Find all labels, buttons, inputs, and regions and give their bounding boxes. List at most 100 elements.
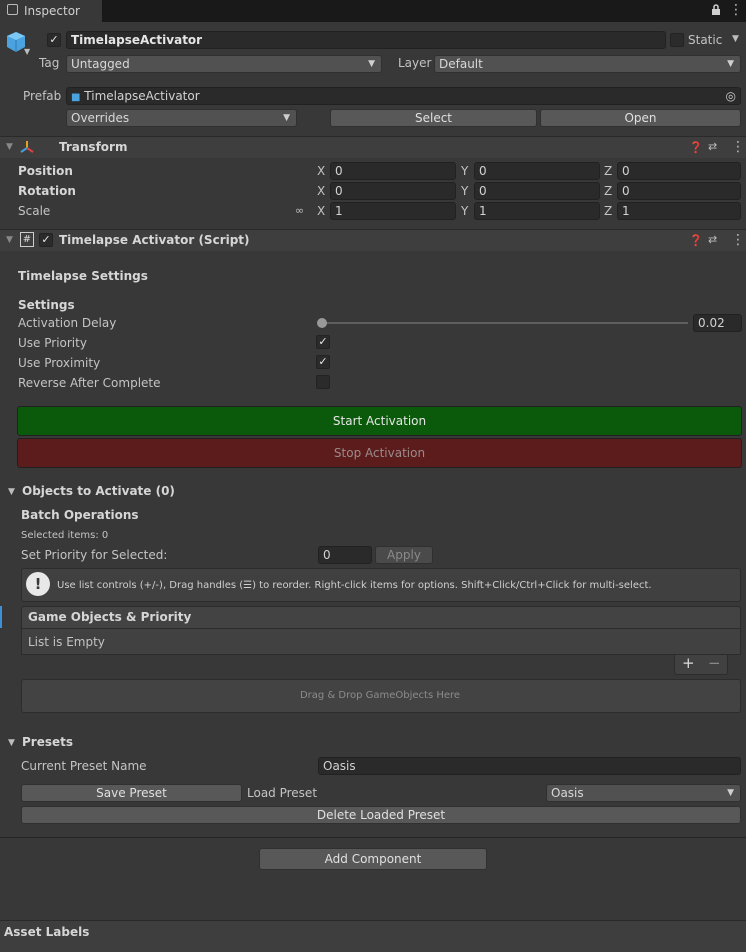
object-name-field[interactable]: TimelapseActivator [66,31,666,49]
static-dropdown-icon[interactable]: ▼ [732,34,739,44]
add-component-button[interactable]: Add Component [259,848,487,870]
activation-delay-field[interactable]: 0.02 [693,314,742,332]
tag-dropdown[interactable]: Untagged ▼ [66,55,382,73]
foldout-arrow-icon[interactable]: ▼ [6,142,13,152]
load-preset-label: Load Preset [247,786,318,800]
script-enabled-checkbox[interactable]: ✓ [39,233,53,247]
kebab-menu-icon[interactable]: ⋮ [729,2,743,18]
save-preset-button[interactable]: Save Preset [21,784,242,802]
help-icon[interactable]: ❓ [689,234,703,247]
foldout-arrow-icon[interactable]: ▼ [8,738,15,748]
scale-x-field[interactable]: 1 [330,202,456,220]
tab-title: Inspector [24,4,80,18]
preset-sliders-icon[interactable]: ⇄ [708,233,717,246]
list-focus-marker [0,606,2,628]
asset-labels-title: Asset Labels [4,925,90,939]
component-menu-icon[interactable]: ⋮ [731,139,745,155]
transform-title: Transform [59,140,128,154]
inspector-tab[interactable]: Inspector [0,0,102,22]
divider [0,837,746,838]
script-icon: # [20,232,34,247]
priority-input[interactable]: 0 [318,546,372,564]
position-label: Position [18,164,73,178]
lock-icon[interactable] [711,4,721,19]
presets-title[interactable]: Presets [22,734,73,750]
rotation-y-field[interactable]: 0 [474,182,600,200]
stop-activation-button[interactable]: Stop Activation [17,438,742,468]
list-empty-text: List is Empty [28,635,105,649]
use-priority-label: Use Priority [18,336,87,350]
position-x-field[interactable]: 0 [330,162,456,180]
apply-button[interactable]: Apply [375,546,433,564]
link-constraint-icon[interactable]: ∞ [295,204,304,217]
axis-y-label: Y [461,164,469,178]
chevron-down-icon: ▼ [368,59,375,69]
tag-value: Untagged [71,57,130,71]
activation-delay-label: Activation Delay [18,316,117,330]
add-item-button[interactable]: + [682,655,695,671]
delete-loaded-preset-button[interactable]: Delete Loaded Preset [21,806,741,824]
axis-z-label: Z [604,164,613,178]
use-proximity-label: Use Proximity [18,356,101,370]
current-preset-field[interactable]: Oasis [318,757,741,775]
activation-delay-slider-thumb[interactable] [317,318,327,328]
overrides-value: Overrides [71,111,130,125]
settings-heading: Settings [18,298,75,312]
layer-dropdown[interactable]: Default ▼ [434,55,741,73]
static-checkbox[interactable] [670,33,684,47]
remove-item-button[interactable]: − [708,655,721,671]
help-icon[interactable]: ❓ [689,141,703,154]
axis-z-label: Z [604,204,613,218]
drop-zone-text: Drag & Drop GameObjects Here [299,690,461,701]
rotation-z-field[interactable]: 0 [617,182,741,200]
asset-labels-bar[interactable] [0,920,746,952]
warning-icon: ! [26,572,50,596]
activation-delay-slider-track[interactable] [322,322,688,324]
foldout-arrow-icon[interactable]: ▼ [8,487,15,497]
select-button[interactable]: Select [330,109,537,127]
axis-x-label: X [317,164,326,178]
scale-label: Scale [18,204,51,218]
batch-operations-heading: Batch Operations [21,508,139,522]
open-button[interactable]: Open [540,109,741,127]
reverse-after-complete-checkbox[interactable] [316,375,330,389]
chevron-down-icon: ▼ [727,59,734,69]
load-preset-dropdown[interactable]: Oasis ▼ [546,784,741,802]
use-proximity-checkbox[interactable]: ✓ [316,355,330,369]
scale-z-field[interactable]: 1 [617,202,741,220]
reverse-after-complete-label: Reverse After Complete [18,376,161,390]
foldout-arrow-icon[interactable]: ▼ [6,235,13,245]
selected-items-count: Selected items: 0 [21,530,109,541]
prefab-label: Prefab [23,89,62,103]
transform-icon [19,139,35,158]
script-title: Timelapse Activator (Script) [59,233,250,247]
overrides-dropdown[interactable]: Overrides ▼ [66,109,297,127]
object-enabled-checkbox[interactable]: ✓ [47,33,61,47]
icon-dropdown-arrow[interactable]: ▼ [24,47,30,56]
rotation-x-field[interactable]: 0 [330,182,456,200]
list-body [21,628,741,655]
tag-label: Tag [39,56,60,70]
layer-label: Layer [398,56,432,70]
prefab-field[interactable]: ■ TimelapseActivator ◎ [66,87,741,105]
start-activation-button[interactable]: Start Activation [17,406,742,436]
use-priority-checkbox[interactable]: ✓ [316,335,330,349]
component-menu-icon[interactable]: ⋮ [731,232,745,248]
list-header-title: Game Objects & Priority [28,610,192,624]
scale-y-field[interactable]: 1 [474,202,600,220]
current-preset-label: Current Preset Name [21,759,147,773]
chevron-down-icon: ▼ [727,788,734,798]
preset-sliders-icon[interactable]: ⇄ [708,140,717,153]
position-y-field[interactable]: 0 [474,162,600,180]
layer-value: Default [439,57,483,71]
target-icon[interactable]: ◎ [726,88,736,104]
rotation-label: Rotation [18,184,76,198]
tab-bar [0,0,746,22]
help-text: Use list controls (+/-), Drag handles (☰… [57,580,652,591]
chevron-down-icon: ▼ [283,113,290,123]
inspector-tab-icon [7,4,18,15]
timelapse-settings-heading: Timelapse Settings [18,269,148,283]
set-priority-label: Set Priority for Selected: [21,548,168,562]
position-z-field[interactable]: 0 [617,162,741,180]
objects-to-activate-title[interactable]: Objects to Activate (0) [22,483,175,499]
